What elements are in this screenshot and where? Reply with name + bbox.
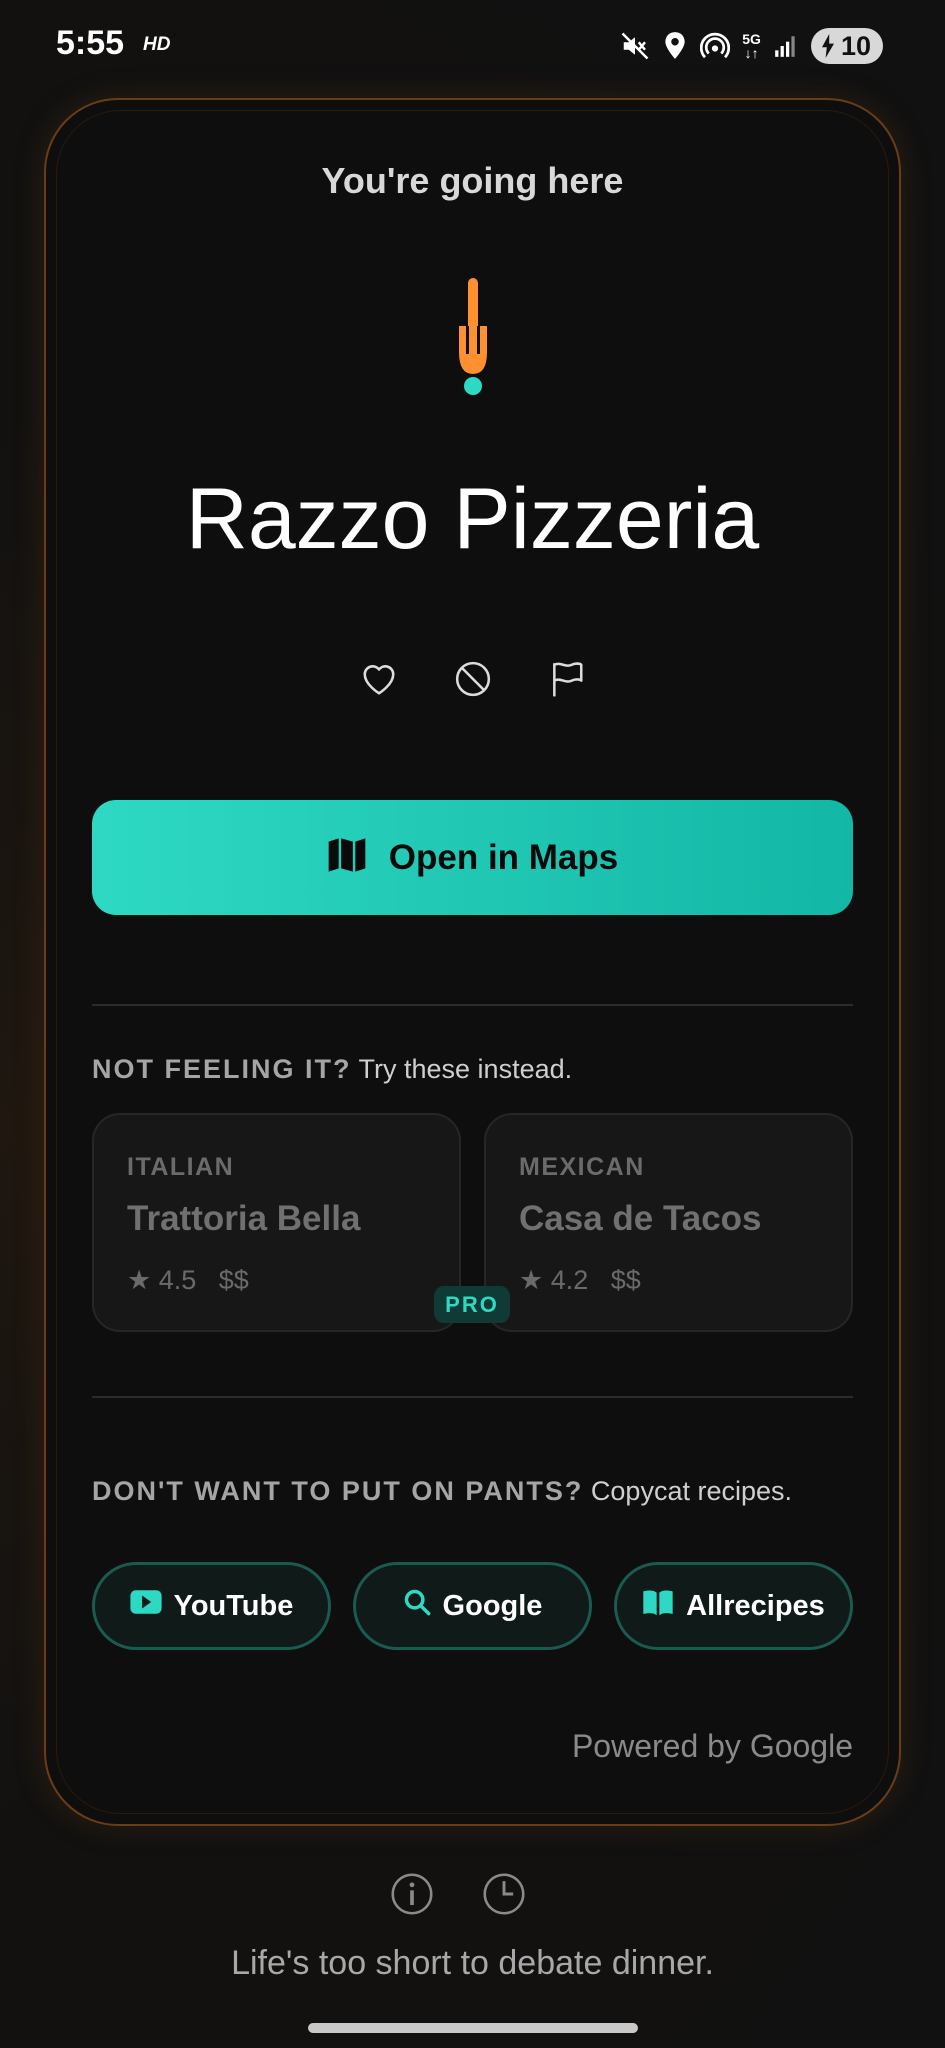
alternative-card-mexican[interactable]: MEXICAN Casa de Tacos ★ 4.2 $$ xyxy=(484,1113,853,1332)
home-indicator[interactable] xyxy=(308,2023,638,2033)
alternative-rating: ★ 4.2 xyxy=(519,1265,589,1295)
alternative-cuisine: ITALIAN xyxy=(127,1153,235,1181)
network-type: 5G ↓↑ xyxy=(742,31,761,61)
alternative-meta: ★ 4.2 $$ xyxy=(519,1265,641,1296)
pro-badge[interactable]: PRO xyxy=(434,1286,510,1323)
going-heading: You're going here xyxy=(321,160,624,201)
favorite-button[interactable] xyxy=(360,662,398,700)
info-icon xyxy=(390,1873,434,1920)
open-in-maps-button[interactable]: Open in Maps xyxy=(92,800,853,915)
report-button[interactable] xyxy=(548,660,586,703)
alternative-name: Casa de Tacos xyxy=(519,1199,762,1238)
alternative-rating: ★ 4.5 xyxy=(127,1265,197,1295)
google-recipe-button[interactable]: Google xyxy=(353,1562,592,1650)
status-bar: 5:55 HD 5G ↓↑ 10 xyxy=(0,0,945,92)
search-icon xyxy=(403,1588,431,1624)
status-icons: 5G ↓↑ 10 xyxy=(620,26,883,66)
alternative-cuisine: MEXICAN xyxy=(519,1153,645,1181)
status-time: 5:55 xyxy=(56,24,125,62)
section-divider xyxy=(92,1004,853,1006)
play-icon xyxy=(130,1589,162,1623)
clock-icon xyxy=(482,1873,526,1920)
fork-icon xyxy=(448,270,498,400)
block-button[interactable] xyxy=(454,660,492,703)
history-button[interactable] xyxy=(482,1872,526,1921)
footer-actions xyxy=(390,1872,526,1921)
alternative-name: Trattoria Bella xyxy=(127,1199,361,1238)
alternative-price: $$ xyxy=(610,1265,641,1295)
hd-indicator: HD xyxy=(143,34,171,55)
flag-icon xyxy=(549,660,585,703)
alternative-card-italian[interactable]: ITALIAN Trattoria Bella ★ 4.5 $$ xyxy=(92,1113,461,1332)
allrecipes-label: Allrecipes xyxy=(686,1589,825,1622)
recipes-heading: DON'T WANT TO PUT ON PANTS? Copycat reci… xyxy=(92,1476,793,1506)
youtube-recipe-button[interactable]: YouTube xyxy=(92,1562,331,1650)
restaurant-actions xyxy=(0,660,945,703)
block-icon xyxy=(454,660,492,703)
allrecipes-recipe-button[interactable]: Allrecipes xyxy=(614,1562,853,1650)
alternatives-heading: NOT FEELING IT? Try these instead. xyxy=(92,1054,573,1084)
info-button[interactable] xyxy=(390,1872,434,1921)
google-label: Google xyxy=(442,1589,543,1622)
alternative-price: $$ xyxy=(218,1265,249,1295)
heart-icon xyxy=(360,661,398,702)
alternative-meta: ★ 4.5 $$ xyxy=(127,1265,249,1296)
battery-indicator: 10 xyxy=(810,28,883,64)
hotspot-icon xyxy=(700,31,731,61)
youtube-label: YouTube xyxy=(173,1589,294,1622)
tagline: Life's too short to debate dinner. xyxy=(231,1944,714,1982)
location-icon xyxy=(662,31,688,61)
signal-icon xyxy=(773,33,799,59)
restaurant-name: Razzo Pizzeria xyxy=(185,471,760,567)
open-in-maps-label: Open in Maps xyxy=(388,837,619,877)
section-divider xyxy=(92,1396,853,1398)
powered-by-google: Powered by Google xyxy=(571,1728,853,1764)
map-icon xyxy=(327,836,367,879)
mute-icon xyxy=(620,31,650,61)
book-icon xyxy=(642,1588,674,1624)
